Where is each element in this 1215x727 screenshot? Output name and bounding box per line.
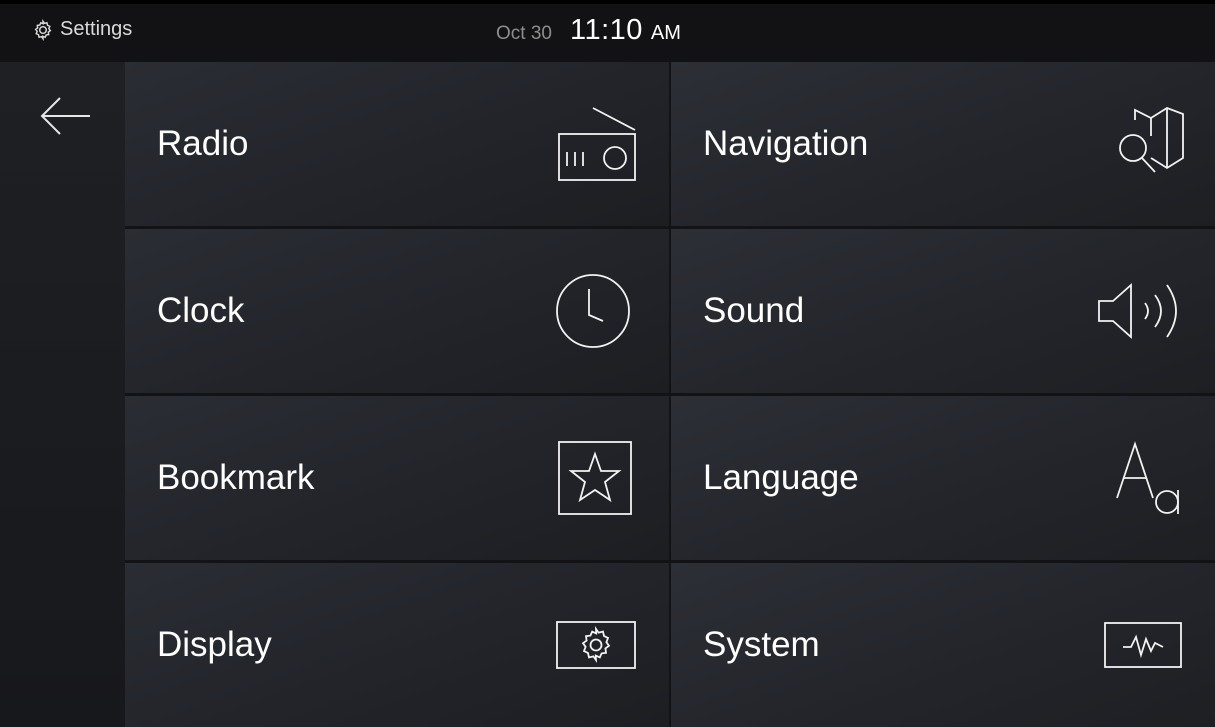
back-arrow-icon — [40, 97, 90, 135]
tile-label: Radio — [157, 124, 249, 163]
radio-icon — [558, 107, 636, 181]
display-gear-icon — [556, 621, 636, 669]
tile-bookmark[interactable]: Bookmark — [125, 396, 669, 560]
speaker-icon — [1098, 282, 1177, 340]
language-icon — [1116, 441, 1179, 514]
clock-icon — [556, 274, 630, 348]
back-button[interactable] — [36, 96, 96, 136]
tile-sound[interactable]: Sound — [671, 229, 1215, 393]
status-time: 11:10 — [569, 14, 643, 46]
settings-grid: Radio Navigation Clock Sound Bookmark La… — [125, 62, 1215, 727]
gear-icon — [32, 18, 54, 41]
app-title: Settings — [60, 18, 133, 40]
tile-label: System — [703, 625, 820, 664]
tile-display[interactable]: Display — [125, 563, 669, 727]
star-icon — [558, 441, 632, 515]
tile-language[interactable]: Language — [671, 396, 1215, 560]
tile-system[interactable]: System — [671, 563, 1215, 727]
status-ampm: AM — [650, 22, 681, 44]
map-search-icon — [1119, 107, 1184, 173]
app-title-group[interactable]: Settings — [32, 18, 132, 41]
date-time: Oct 30 11:10 AM — [496, 14, 681, 47]
tile-label: Language — [703, 458, 859, 497]
sidebar — [0, 62, 125, 727]
tile-clock[interactable]: Clock — [125, 229, 669, 393]
tile-radio[interactable]: Radio — [125, 62, 669, 226]
tile-label: Sound — [703, 291, 805, 330]
tile-label: Clock — [157, 291, 245, 330]
tile-label: Bookmark — [157, 458, 315, 497]
status-date: Oct 30 — [496, 23, 552, 44]
system-pulse-icon — [1104, 622, 1182, 668]
tile-label: Navigation — [703, 124, 869, 163]
status-bar: Settings Oct 30 11:10 AM — [0, 0, 1215, 62]
tile-navigation[interactable]: Navigation — [671, 62, 1215, 226]
tile-label: Display — [157, 625, 272, 664]
